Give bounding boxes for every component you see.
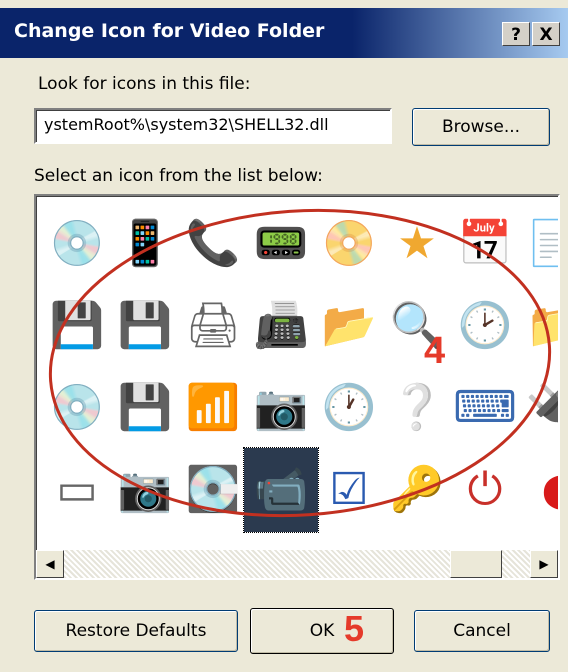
ok-button[interactable]: OK bbox=[250, 608, 394, 654]
icon-list[interactable]: 💿📱📞📟📀★📅📄💾💾🖨📠📂🔍🕑📁💿💾📶📷🕐❔⌨🔌▭📷💽📹☑🔑⏻◖ 4 ◀ ▶ bbox=[34, 194, 560, 580]
horizontal-scrollbar[interactable]: ◀ ▶ bbox=[36, 550, 558, 578]
scroll-right-button[interactable]: ▶ bbox=[530, 550, 558, 578]
step-4-annotation: 4 bbox=[424, 330, 446, 372]
browse-button[interactable]: Browse... bbox=[412, 108, 550, 146]
close-button[interactable]: X bbox=[532, 22, 560, 46]
scroll-thumb[interactable] bbox=[450, 550, 502, 578]
step-5-annotation: 5 bbox=[344, 608, 365, 649]
cancel-button[interactable]: Cancel bbox=[414, 610, 550, 652]
ok-button-label: OK bbox=[309, 621, 335, 641]
help-button[interactable]: ? bbox=[502, 22, 530, 46]
restore-defaults-button[interactable]: Restore Defaults bbox=[34, 610, 238, 652]
annotation-ellipse bbox=[48, 208, 552, 518]
arrow-left-icon: ◀ bbox=[45, 557, 55, 571]
window-title: Change Icon for Video Folder bbox=[14, 20, 325, 42]
title-bar[interactable]: Change Icon for Video Folder ? X bbox=[0, 8, 568, 58]
scroll-track[interactable] bbox=[64, 550, 530, 578]
arrow-right-icon: ▶ bbox=[539, 557, 549, 571]
file-label: Look for icons in this file: bbox=[38, 74, 251, 94]
icon-file-path-field[interactable]: ystemRoot%\system32\SHELL32.dll bbox=[34, 108, 392, 144]
change-icon-dialog: Change Icon for Video Folder ? X Look fo… bbox=[0, 0, 568, 672]
icon-list-label: Select an icon from the list below: bbox=[34, 166, 323, 186]
scroll-left-button[interactable]: ◀ bbox=[36, 550, 64, 578]
